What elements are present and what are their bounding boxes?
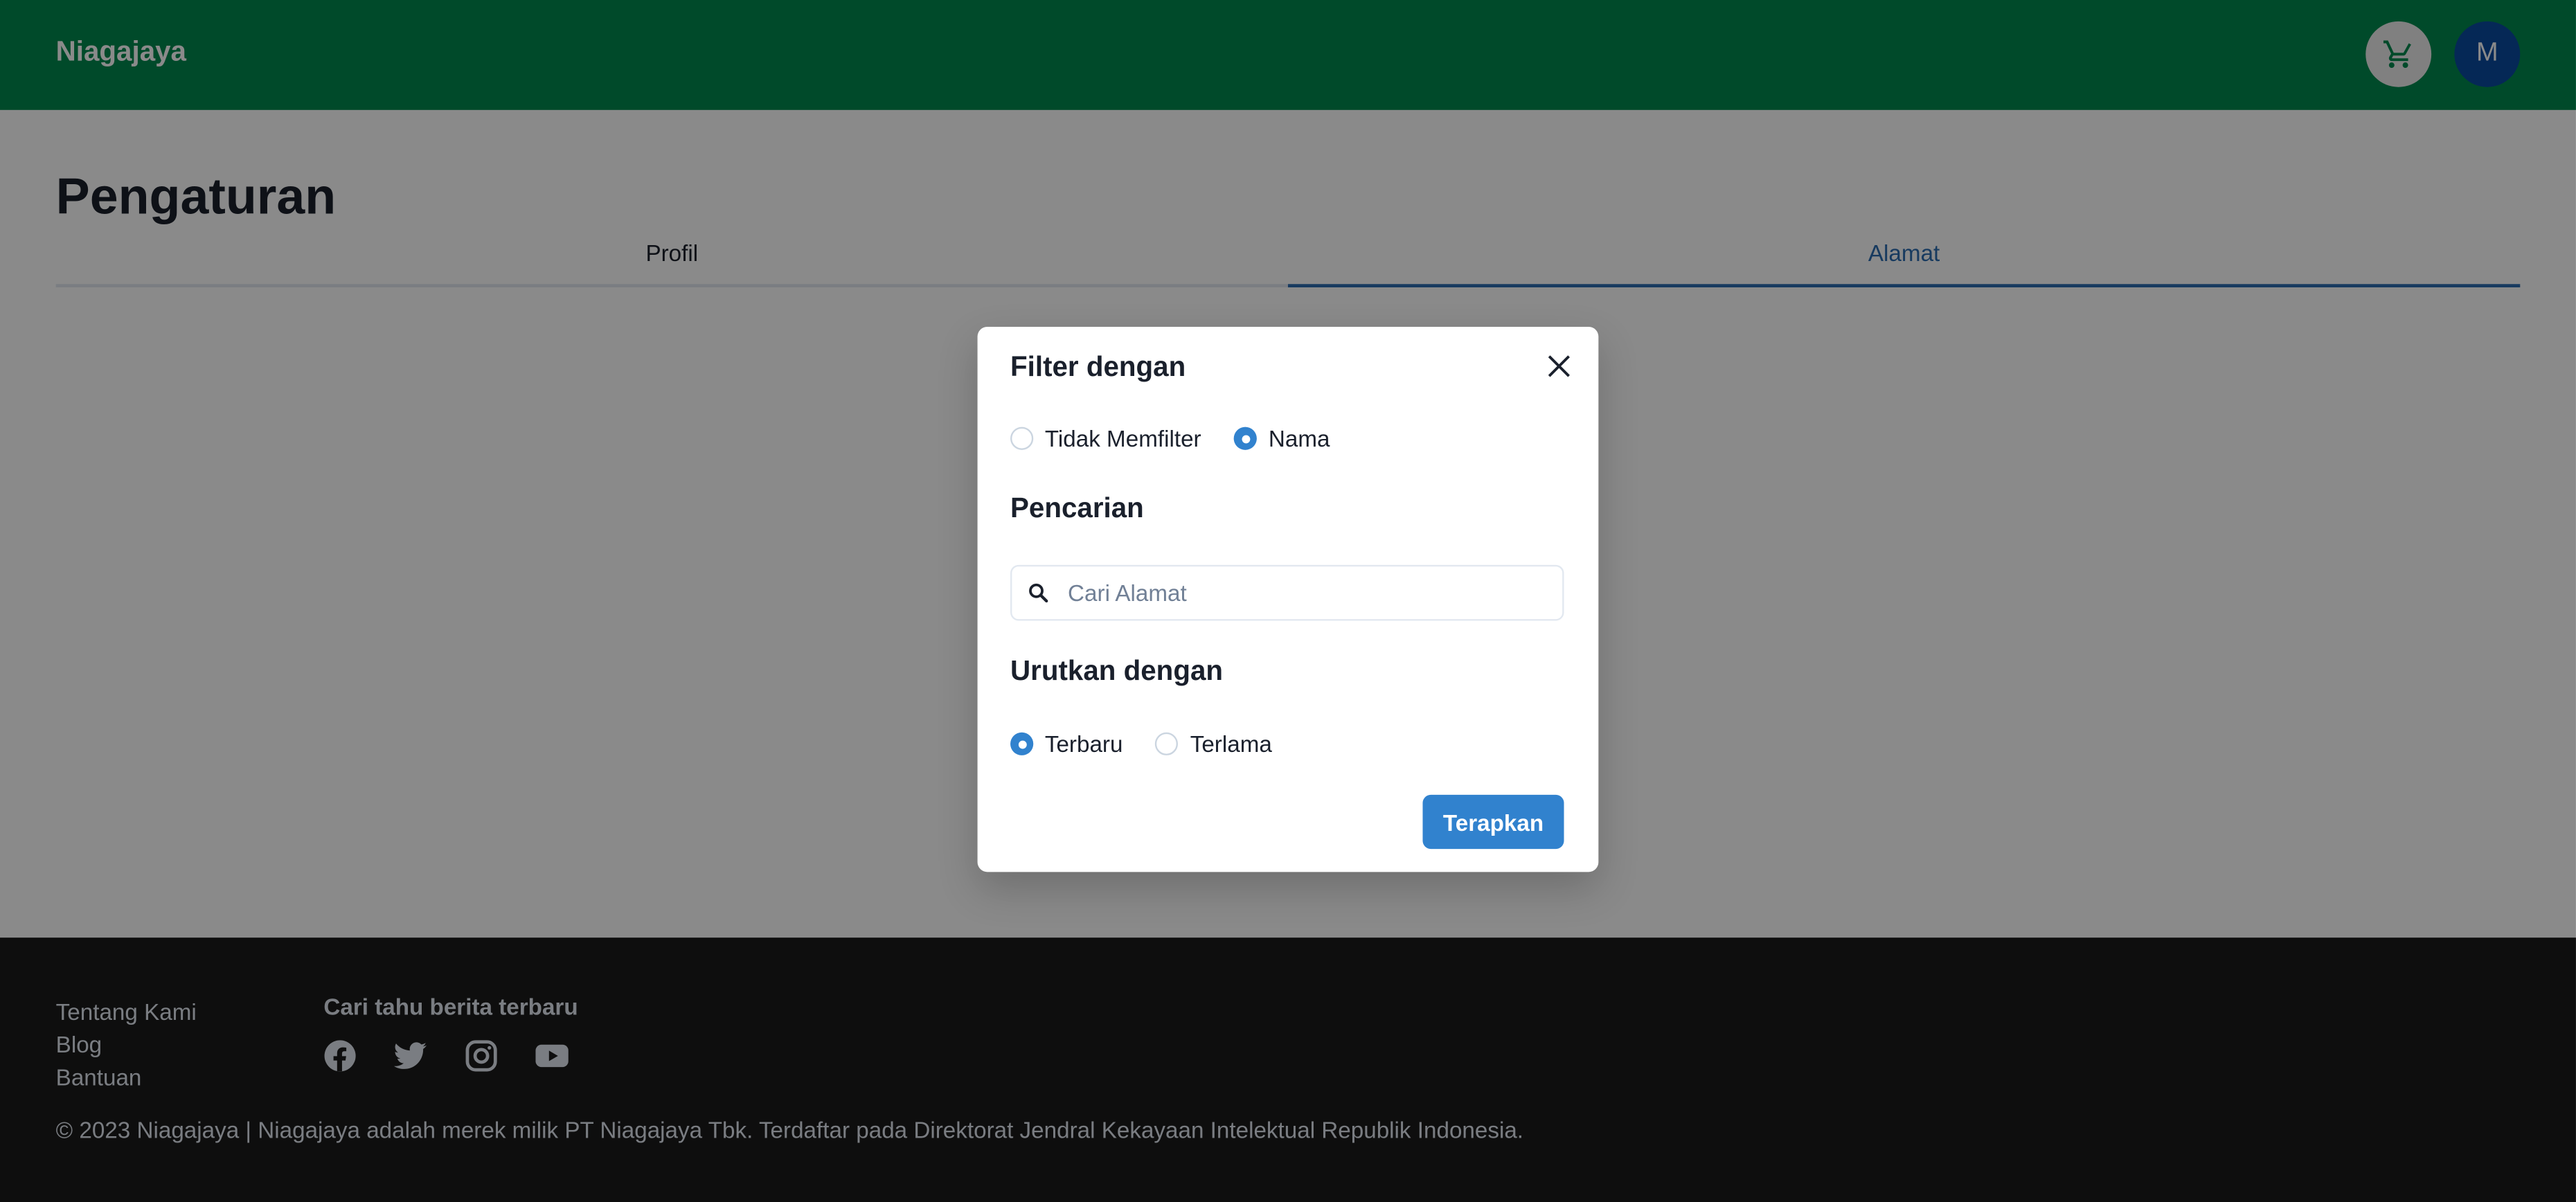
radio-checked-icon [1010, 732, 1034, 755]
filter-modal: Filter dengan Tidak Memfilter Nama Penca… [977, 326, 1599, 872]
apply-button[interactable]: Terapkan [1422, 794, 1564, 850]
filter-option-nama[interactable]: Nama [1234, 425, 1330, 451]
radio-checked-icon [1234, 427, 1258, 450]
sort-option-label: Terlama [1190, 730, 1272, 757]
filter-radio-group: Tidak Memfilter Nama [1010, 425, 1330, 451]
filter-option-label: Nama [1268, 425, 1330, 452]
search-box [1010, 564, 1564, 621]
sort-option-terlama[interactable]: Terlama [1155, 730, 1272, 757]
filter-option-label: Tidak Memfilter [1044, 425, 1201, 452]
radio-unchecked-icon [1155, 732, 1179, 755]
app-root: Niagajaya M Pengaturan Profil Alamat Ten… [0, 0, 2576, 1202]
search-icon [1029, 583, 1048, 603]
filter-option-tidak-memfilter[interactable]: Tidak Memfilter [1010, 425, 1201, 451]
close-icon [1548, 355, 1570, 377]
sort-title: Urutkan dengan [1010, 655, 1224, 687]
search-title: Pencarian [1010, 492, 1144, 524]
sort-option-terbaru[interactable]: Terbaru [1010, 730, 1122, 757]
filter-title: Filter dengan [1010, 351, 1186, 383]
search-input[interactable] [1068, 566, 1545, 620]
sort-option-label: Terbaru [1044, 730, 1123, 757]
close-button[interactable] [1539, 346, 1579, 386]
radio-unchecked-icon [1010, 427, 1034, 450]
sort-radio-group: Terbaru Terlama [1010, 730, 1272, 757]
